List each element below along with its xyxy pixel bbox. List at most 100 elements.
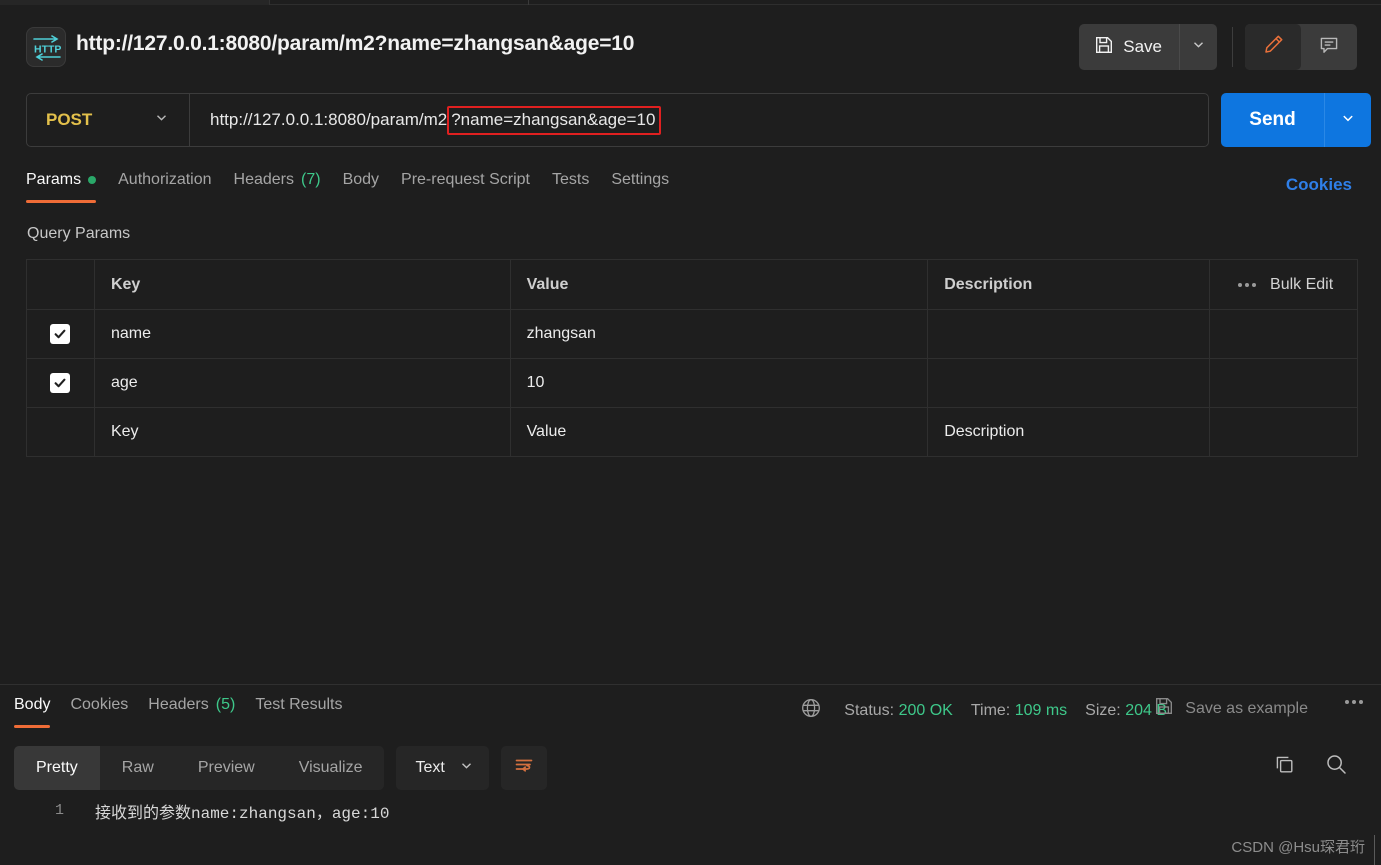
table-row: age 10 (26, 358, 1358, 408)
row-actions (1209, 358, 1358, 408)
new-row-value-input[interactable]: Value (509, 407, 929, 457)
body-view-preview[interactable]: Preview (176, 746, 277, 790)
globe-icon (800, 697, 822, 724)
response-tab-cookies[interactable]: Cookies (70, 693, 148, 728)
row-actions (1209, 309, 1358, 359)
new-row-key-input[interactable]: Key (93, 407, 511, 457)
query-params-table: Key Value Description Bulk Edit name zha (26, 259, 1358, 457)
tab-settings[interactable]: Settings (611, 168, 691, 203)
bulk-edit-label: Bulk Edit (1270, 275, 1334, 293)
ellipsis-icon (1238, 282, 1257, 287)
request-tabs: Params Authorization Headers (7) Body Pr… (26, 168, 691, 210)
send-button[interactable]: Send (1221, 93, 1324, 147)
time-label: Time: (970, 701, 1011, 719)
row-key[interactable]: age (93, 358, 511, 408)
tab-params-label: Params (26, 171, 82, 188)
response-tab-headers[interactable]: Headers (5) (148, 693, 255, 728)
edit-request-button[interactable] (1245, 24, 1301, 70)
row-description[interactable] (927, 358, 1211, 408)
save-button[interactable]: Save (1079, 24, 1179, 70)
save-button-group: Save (1079, 24, 1217, 70)
size-label: Size: (1085, 701, 1121, 719)
page-title: http://127.0.0.1:8080/param/m2?name=zhan… (76, 32, 635, 55)
url-input[interactable]: http://127.0.0.1:8080/param/m2 ?name=zhan… (190, 94, 1208, 146)
tab-params[interactable]: Params (26, 168, 118, 203)
watermark: CSDN @Hsu琛君珩 (1231, 839, 1365, 856)
save-as-example-label: Save as example (1185, 699, 1308, 717)
row-value[interactable]: 10 (509, 358, 929, 408)
tab-pre-request-script[interactable]: Pre-request Script (401, 168, 552, 203)
new-row-description-input[interactable]: Description (927, 407, 1211, 457)
response-tab-headers-count: (5) (215, 696, 236, 713)
http-protocol-icon: HTTP (26, 27, 66, 67)
row-checkbox[interactable] (50, 324, 71, 344)
bulk-edit-button[interactable]: Bulk Edit (1226, 276, 1357, 294)
time-group: Time: 109 ms (971, 702, 1067, 720)
url-base-text: http://127.0.0.1:8080/param/m2 (210, 110, 448, 129)
copy-button[interactable] (1273, 753, 1296, 781)
chevron-down-icon (154, 110, 169, 130)
body-format-select[interactable]: Text (396, 746, 489, 790)
chevron-down-icon (1340, 110, 1356, 131)
comment-button[interactable] (1301, 24, 1357, 70)
floppy-disk-icon (1154, 696, 1174, 721)
params-modified-dot (88, 176, 97, 184)
response-tab-body-label: Body (14, 696, 51, 713)
watermark-bar (1374, 835, 1375, 865)
tab-headers[interactable]: Headers (7) (234, 168, 343, 203)
response-body-text[interactable]: 接收到的参数name:zhangsan，age:10 (95, 799, 389, 823)
chevron-down-icon (1191, 37, 1206, 57)
query-params-heading: Query Params (27, 225, 131, 242)
save-label: Save (1123, 37, 1162, 56)
floppy-disk-icon (1094, 35, 1114, 60)
response-divider (0, 684, 1381, 685)
body-right-actions (1273, 752, 1349, 782)
tab-tests[interactable]: Tests (552, 168, 611, 203)
save-options-caret[interactable] (1179, 24, 1217, 70)
wrap-lines-icon (513, 755, 535, 782)
body-view-raw[interactable]: Raw (100, 746, 176, 790)
request-title-row: HTTP http://127.0.0.1:8080/param/m2?name… (0, 5, 1381, 79)
search-icon (1324, 755, 1349, 781)
body-view-visualize[interactable]: Visualize (277, 746, 385, 790)
row-checkbox[interactable] (50, 373, 71, 393)
svg-text:HTTP: HTTP (34, 44, 61, 56)
table-row: name zhangsan (26, 309, 1358, 359)
body-view-segmented: Pretty Raw Preview Visualize (14, 746, 385, 790)
row-description[interactable] (927, 309, 1211, 359)
response-tab-test-results-label: Test Results (255, 696, 343, 713)
response-tab-test-results[interactable]: Test Results (255, 693, 362, 728)
tab-authorization-label: Authorization (118, 171, 212, 188)
tab-body[interactable]: Body (343, 168, 401, 203)
response-tabs: Body Cookies Headers (5) Test Results (14, 693, 362, 728)
tab-settings-label: Settings (611, 171, 670, 188)
cookies-link[interactable]: Cookies (1286, 175, 1352, 195)
ellipsis-icon (1345, 700, 1363, 704)
response-body-viewer: 1 接收到的参数name:zhangsan，age:10 (0, 796, 1381, 865)
copy-icon (1273, 756, 1296, 780)
tab-authorization[interactable]: Authorization (118, 168, 233, 203)
status-value: 200 OK (898, 701, 953, 719)
http-method-select[interactable]: POST (27, 94, 190, 146)
row-checkbox-cell (26, 309, 95, 359)
body-format-label: Text (415, 759, 445, 776)
row-key[interactable]: name (93, 309, 511, 359)
response-tab-body[interactable]: Body (14, 693, 70, 728)
response-tab-headers-label: Headers (148, 696, 209, 713)
tab-tests-label: Tests (551, 171, 590, 188)
header-description: Description (927, 259, 1211, 310)
search-button[interactable] (1324, 752, 1349, 782)
wrap-lines-button[interactable] (500, 746, 547, 790)
save-as-example-button[interactable]: Save as example (1154, 696, 1308, 721)
response-more-button[interactable] (1345, 700, 1363, 704)
body-view-pretty[interactable]: Pretty (14, 746, 100, 790)
table-header-row: Key Value Description Bulk Edit (26, 259, 1358, 310)
body-toolbar: Pretty Raw Preview Visualize Text (14, 746, 547, 790)
tab-body-label: Body (342, 171, 380, 188)
tab-headers-count: (7) (301, 171, 321, 188)
row-actions (1209, 407, 1358, 457)
comment-icon (1318, 34, 1340, 61)
send-options-caret[interactable] (1324, 93, 1371, 147)
row-value[interactable]: zhangsan (509, 309, 929, 359)
row-checkbox-cell (26, 407, 95, 457)
